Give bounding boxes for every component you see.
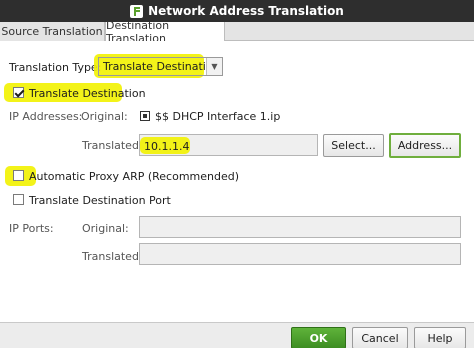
ports-translated-field[interactable] xyxy=(139,243,461,265)
cancel-button[interactable]: Cancel xyxy=(352,327,408,348)
app-logo-icon xyxy=(130,4,144,18)
tab-label: Source Translation xyxy=(1,25,103,38)
ip-original-value: $$ DHCP Interface 1.ip xyxy=(155,110,281,123)
ok-button-label: OK xyxy=(309,331,328,345)
address-button[interactable]: Address... xyxy=(389,133,461,158)
cancel-button-label: Cancel xyxy=(361,331,399,345)
chevron-down-icon: ▼ xyxy=(206,58,222,75)
translation-type-value: Translate Destination xyxy=(103,60,220,73)
translate-destination-port-checkbox[interactable] xyxy=(13,194,24,205)
ok-button[interactable]: OK xyxy=(291,327,346,348)
ports-original-label: Original: xyxy=(82,222,129,235)
ip-translated-value: 10.1.1.4 xyxy=(144,140,190,153)
automatic-proxy-arp-checkbox[interactable] xyxy=(13,170,24,181)
help-button-label: Help xyxy=(427,331,453,345)
ip-ports-label: IP Ports: xyxy=(9,222,54,235)
translate-destination-checkbox[interactable] xyxy=(13,87,24,98)
ports-original-field[interactable] xyxy=(139,216,461,238)
network-interface-icon xyxy=(140,111,150,121)
select-button[interactable]: Select... xyxy=(323,134,384,157)
tab-destination-translation[interactable]: Destination Translation xyxy=(105,19,225,45)
ip-original-label: Original: xyxy=(81,110,128,123)
tab-source-translation[interactable]: Source Translation xyxy=(0,22,105,41)
ip-addresses-label: IP Addresses: xyxy=(9,110,83,123)
window-title: Network Address Translation xyxy=(148,4,344,18)
address-button-label: Address... xyxy=(397,139,453,152)
tab-bar: Source Translation Destination Translati… xyxy=(0,19,474,45)
destination-translation-panel: Translation Type: Translate Destination … xyxy=(0,41,474,322)
translate-destination-port-label: Translate Destination Port xyxy=(29,194,171,207)
window-titlebar: Network Address Translation xyxy=(0,0,474,22)
translate-destination-label: Translate Destination xyxy=(29,87,146,100)
translation-type-select[interactable]: Translate Destination ▼ xyxy=(98,57,223,76)
help-button[interactable]: Help xyxy=(414,327,466,348)
translation-type-label: Translation Type: xyxy=(9,61,102,74)
automatic-proxy-arp-label: Automatic Proxy ARP (Recommended) xyxy=(29,170,240,183)
ip-translated-label: Translated: xyxy=(82,139,143,152)
select-button-label: Select... xyxy=(331,139,376,152)
ports-translated-label: Translated: xyxy=(82,250,143,263)
dialog-footer: OK Cancel Help xyxy=(0,322,474,348)
